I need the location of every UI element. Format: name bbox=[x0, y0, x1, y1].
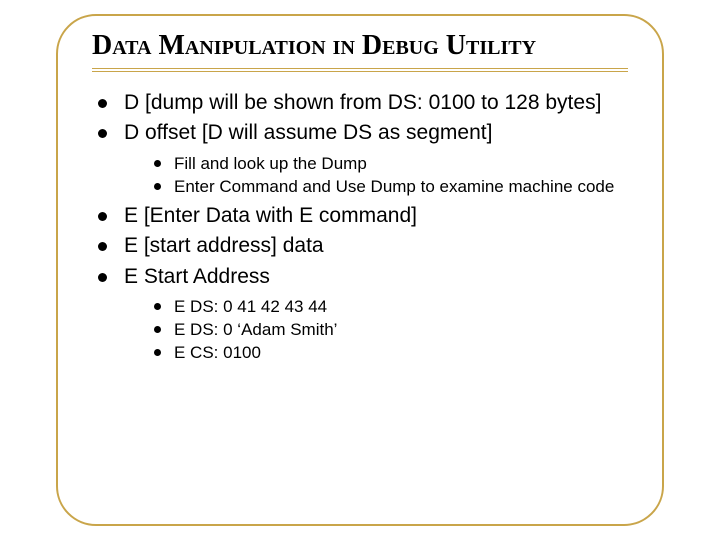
main-bullet-list: E [Enter Data with E command] E [start a… bbox=[94, 203, 628, 290]
list-item: E CS: 0100 bbox=[150, 342, 628, 363]
title-underline bbox=[92, 68, 628, 72]
list-item: E DS: 0 ‘Adam Smith’ bbox=[150, 319, 628, 340]
slide-frame: Data Manipulation in Debug Utility D [du… bbox=[56, 14, 664, 526]
sub-bullet-list: Fill and look up the Dump Enter Command … bbox=[94, 153, 628, 198]
list-item: Enter Command and Use Dump to examine ma… bbox=[150, 176, 628, 197]
slide-title: Data Manipulation in Debug Utility bbox=[92, 30, 628, 62]
slide-content: D [dump will be shown from DS: 0100 to 1… bbox=[92, 90, 628, 364]
list-item: E [start address] data bbox=[94, 233, 628, 259]
main-bullet-list: D [dump will be shown from DS: 0100 to 1… bbox=[94, 90, 628, 147]
list-item: E DS: 0 41 42 43 44 bbox=[150, 296, 628, 317]
list-item: E Start Address bbox=[94, 264, 628, 290]
list-item: E [Enter Data with E command] bbox=[94, 203, 628, 229]
sub-bullet-list: E DS: 0 41 42 43 44 E DS: 0 ‘Adam Smith’… bbox=[94, 296, 628, 364]
list-item: D offset [D will assume DS as segment] bbox=[94, 120, 628, 146]
list-item: D [dump will be shown from DS: 0100 to 1… bbox=[94, 90, 628, 116]
list-item: Fill and look up the Dump bbox=[150, 153, 628, 174]
